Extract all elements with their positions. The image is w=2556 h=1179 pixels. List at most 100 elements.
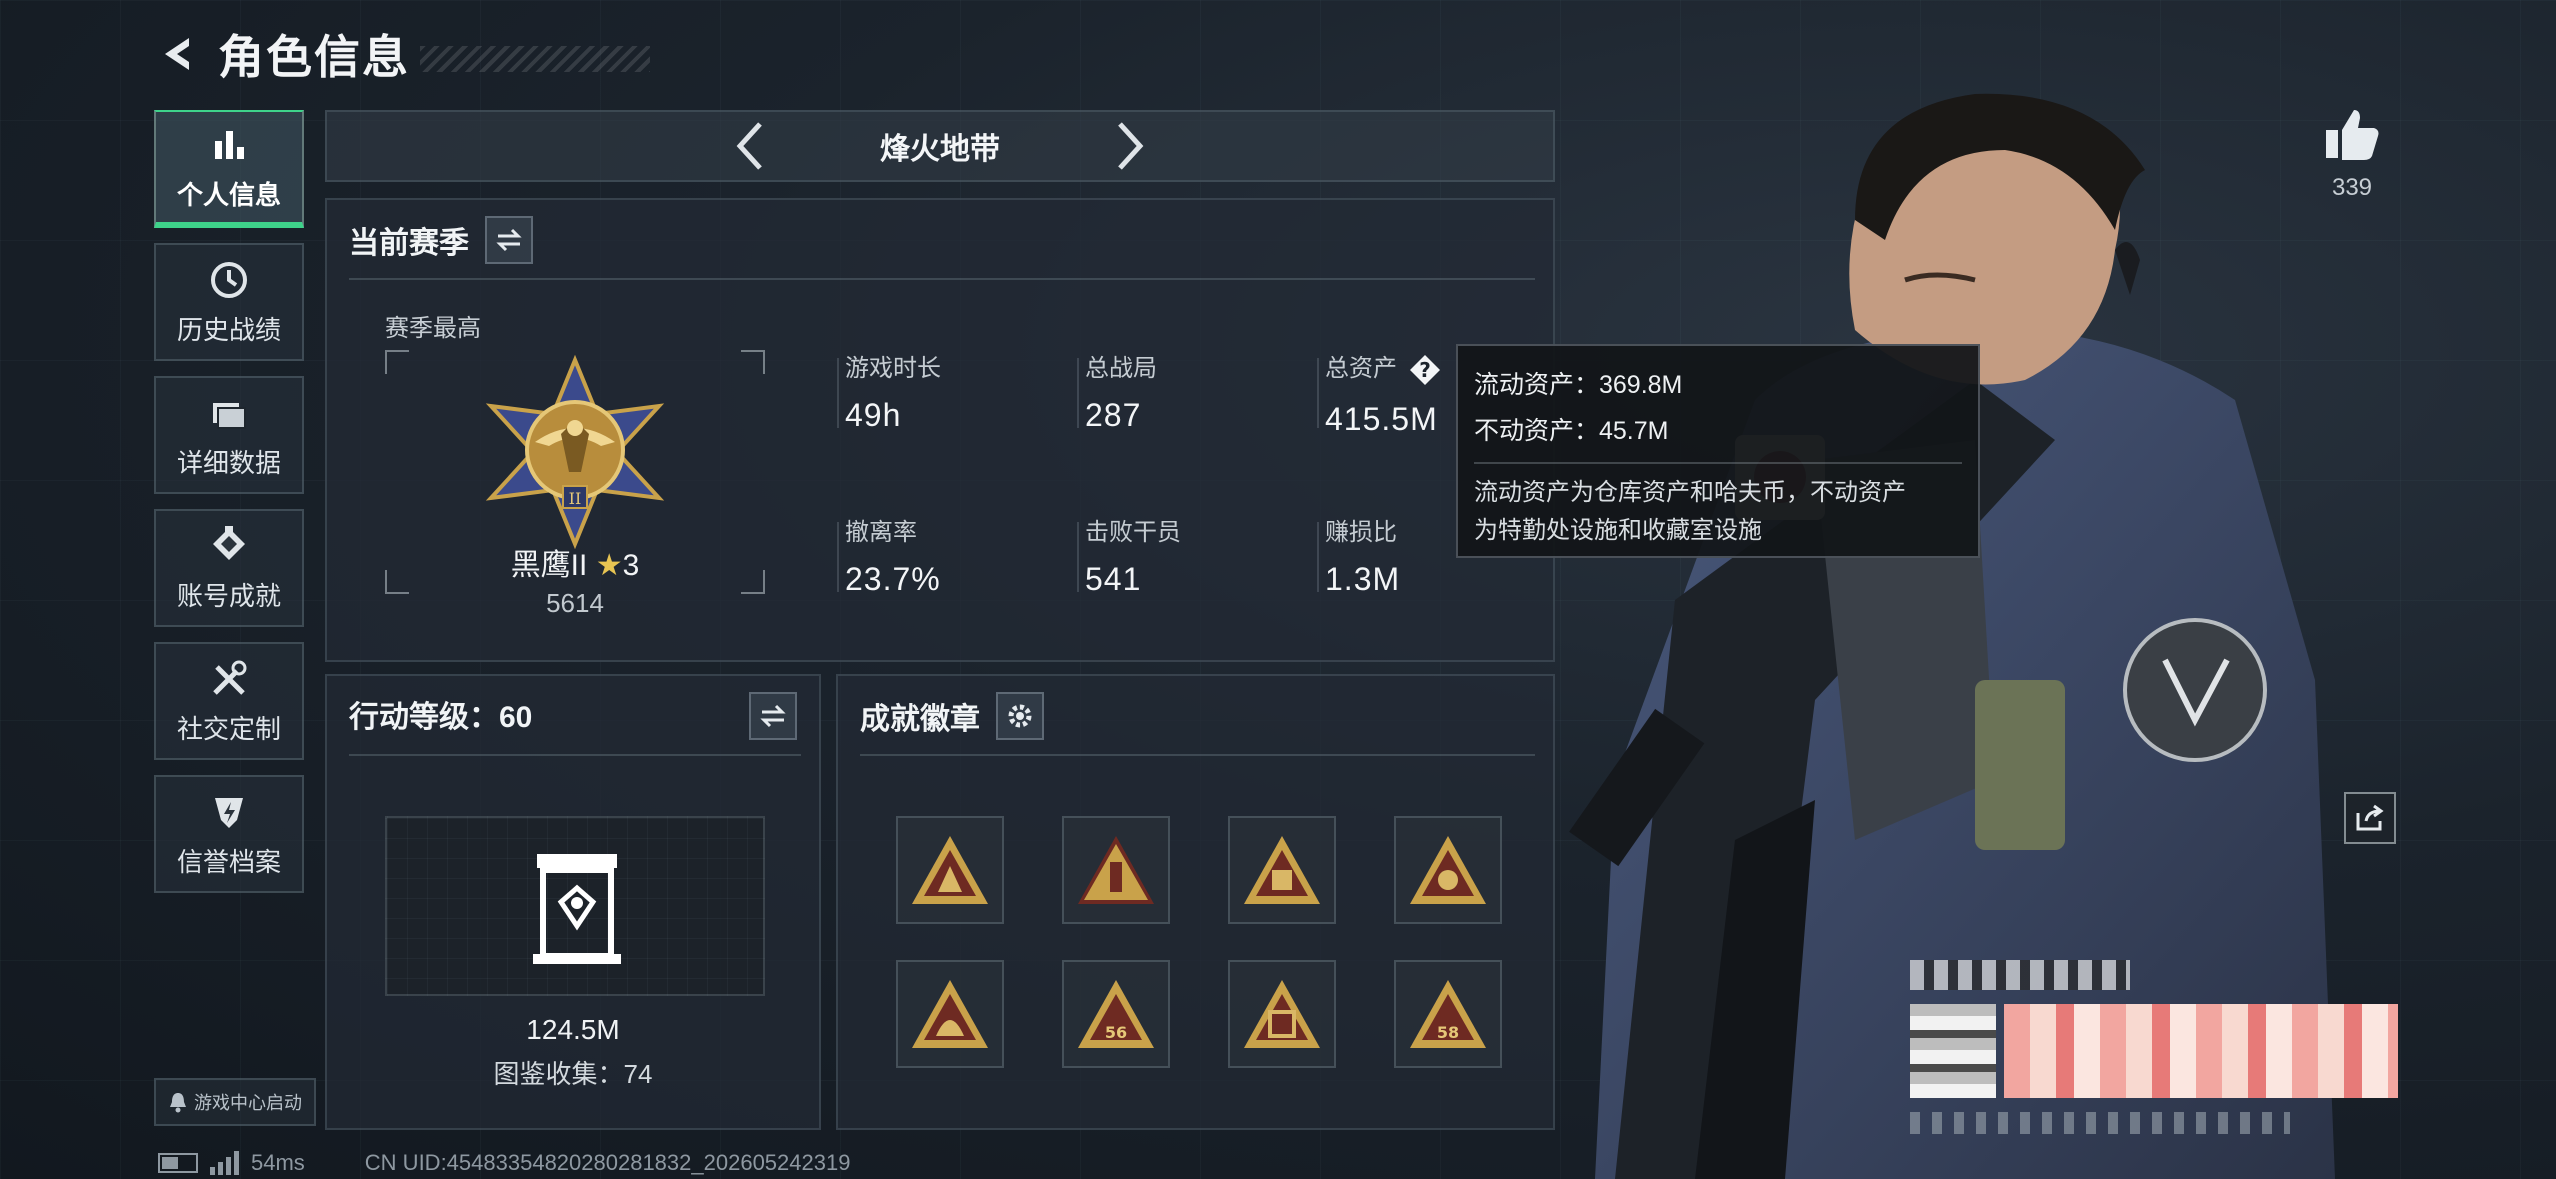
- ping-value: 54ms: [251, 1150, 305, 1175]
- redacted-banner-mosaic: [2004, 1004, 2398, 1098]
- bar-chart-icon: [215, 130, 244, 159]
- stat-total-matches: 总战局 287: [1085, 348, 1295, 434]
- badge-2[interactable]: [1062, 816, 1170, 924]
- stat-value: 287: [1085, 397, 1142, 433]
- help-icon[interactable]: ?: [1408, 353, 1442, 387]
- triangle-badge-icon: [1244, 980, 1320, 1048]
- badge-label: 58: [1437, 1023, 1459, 1042]
- mode-next-button[interactable]: [1100, 116, 1160, 176]
- sidebar-item-label: 信誉档案: [176, 846, 281, 877]
- collection-count: 图鉴收集：74: [493, 1059, 653, 1089]
- game-center-launch-button[interactable]: 游戏中心启动: [154, 1078, 316, 1126]
- thumbs-up-icon[interactable]: [2322, 104, 2382, 164]
- stat-divider: [837, 358, 839, 428]
- like-count: 339: [2331, 174, 2373, 201]
- redacted-name-mosaic: [1910, 960, 2130, 990]
- badge-7[interactable]: [1228, 960, 1336, 1068]
- stat-divider: [837, 522, 839, 592]
- badges-settings-button[interactable]: [996, 692, 1044, 740]
- collection-card[interactable]: [385, 816, 765, 996]
- stat-divider: [1317, 522, 1319, 592]
- sidebar-item-detailed-data[interactable]: 详细数据: [154, 376, 304, 494]
- share-icon: [2356, 804, 2384, 831]
- stat-label: 游戏时长: [845, 355, 941, 382]
- collection-value: 124.5M: [526, 1014, 620, 1045]
- stat-operators-defeated: 击败干员 541: [1085, 512, 1295, 598]
- tools-icon: [213, 660, 247, 695]
- triangle-badge-icon: [1078, 836, 1154, 904]
- bell-icon: [170, 1093, 186, 1113]
- achievement-badges-panel: 成就徽章 56 58: [836, 674, 1555, 1130]
- rank-name: 黑鹰II ★3: [385, 540, 765, 584]
- share-button[interactable]: [2344, 792, 2396, 844]
- chevron-right-icon: [1118, 122, 1144, 170]
- rank-score: 5614: [546, 588, 604, 618]
- rank-name-text: 黑鹰II: [510, 549, 588, 582]
- tooltip-fixed-assets: 不动资产：45.7M: [1474, 417, 1669, 445]
- rank-stars: 3: [622, 549, 640, 582]
- level-title: 行动等级：60: [349, 701, 533, 734]
- level-switch-button[interactable]: [749, 692, 797, 740]
- sidebar-item-label: 社交定制: [176, 713, 281, 744]
- sidebar-item-credit-profile[interactable]: 信誉档案: [154, 775, 304, 893]
- rank-info: 黑鹰II ★3 5614: [385, 200, 765, 660]
- tooltip-divider: [1474, 462, 1962, 464]
- sidebar-item-achievements[interactable]: 账号成就: [154, 509, 304, 627]
- triangle-badge-icon: [1244, 836, 1320, 904]
- collection-display-icon: [533, 854, 621, 964]
- level-divider: [349, 754, 801, 756]
- chevron-left-icon: [736, 122, 762, 170]
- stat-label: 撤离率: [845, 519, 917, 546]
- stat-label-text: 总资产: [1325, 355, 1397, 382]
- redacted-avatar-mosaic: [1910, 1004, 1996, 1098]
- page-title: 角色信息: [218, 31, 410, 83]
- tooltip-note-line1: 流动资产为仓库资产和哈夫币，不动资产: [1474, 479, 1906, 506]
- badges-title: 成就徽章: [860, 703, 980, 736]
- back-arrow-icon: [165, 38, 189, 70]
- sidebar-item-history[interactable]: 历史战绩: [154, 243, 304, 361]
- stat-value: 49h: [845, 397, 902, 433]
- triangle-badge-icon: [1410, 836, 1486, 904]
- title-decoration: [420, 46, 650, 72]
- sidebar-item-label: 账号成就: [176, 580, 281, 611]
- history-icon: [211, 261, 247, 298]
- folder-icon: [213, 402, 246, 429]
- mode-navigator: 烽火地带: [325, 110, 1555, 182]
- badge-5[interactable]: [896, 960, 1004, 1068]
- sidebar: 个人信息 历史战绩 详细数据 账号成就 社交定制 信誉档案: [154, 110, 304, 908]
- badges-divider: [860, 754, 1535, 756]
- sidebar-item-social-custom[interactable]: 社交定制: [154, 642, 304, 760]
- header: 角色信息: [150, 22, 650, 86]
- triangle-badge-icon: 56: [1078, 980, 1154, 1048]
- badge-4[interactable]: [1394, 816, 1502, 924]
- gear-icon: [1008, 704, 1032, 728]
- triangle-badge-icon: [912, 836, 988, 904]
- achievement-icon: [213, 525, 245, 560]
- sidebar-item-label: 历史战绩: [176, 314, 281, 345]
- stat-value: 23.7%: [845, 561, 941, 597]
- badge-1[interactable]: [896, 816, 1004, 924]
- stat-divider: [1077, 522, 1079, 592]
- badge-label: 56: [1105, 1023, 1127, 1042]
- sidebar-item-label: 详细数据: [176, 447, 281, 478]
- triangle-badge-icon: 58: [1410, 980, 1486, 1048]
- badge-6[interactable]: 56: [1062, 960, 1170, 1068]
- svg-text:?: ?: [1419, 358, 1431, 382]
- tooltip-liquid-assets: 流动资产：369.8M: [1474, 371, 1683, 399]
- tooltip-note-line2: 为特勤处设施和收藏室设施: [1474, 517, 1762, 544]
- current-season-panel: 当前赛季 赛季最高 II 黑鹰II ★3 5614 游戏时长 49h 总战局 2…: [325, 198, 1555, 662]
- badge-8[interactable]: 58: [1394, 960, 1502, 1068]
- triangle-badge-icon: [912, 980, 988, 1048]
- back-button[interactable]: [150, 27, 204, 81]
- badge-3[interactable]: [1228, 816, 1336, 924]
- user-uid: CN UID:4548335482028028​1832_20260524231…: [364, 1150, 851, 1175]
- launch-label: 游戏中心启动: [194, 1093, 302, 1113]
- sidebar-item-personal-info[interactable]: 个人信息: [154, 110, 304, 228]
- action-level-panel: 行动等级：60 124.5M 图鉴收集：74: [325, 674, 821, 1130]
- status-bar: 54ms CN UID:4548335482028028​1832_202605…: [158, 1148, 850, 1178]
- swap-icon: [760, 704, 786, 728]
- sidebar-item-label: 个人信息: [176, 179, 281, 210]
- stat-label: 总战局: [1085, 355, 1157, 382]
- mode-title: 烽火地带: [880, 133, 1000, 166]
- mode-prev-button[interactable]: [720, 116, 780, 176]
